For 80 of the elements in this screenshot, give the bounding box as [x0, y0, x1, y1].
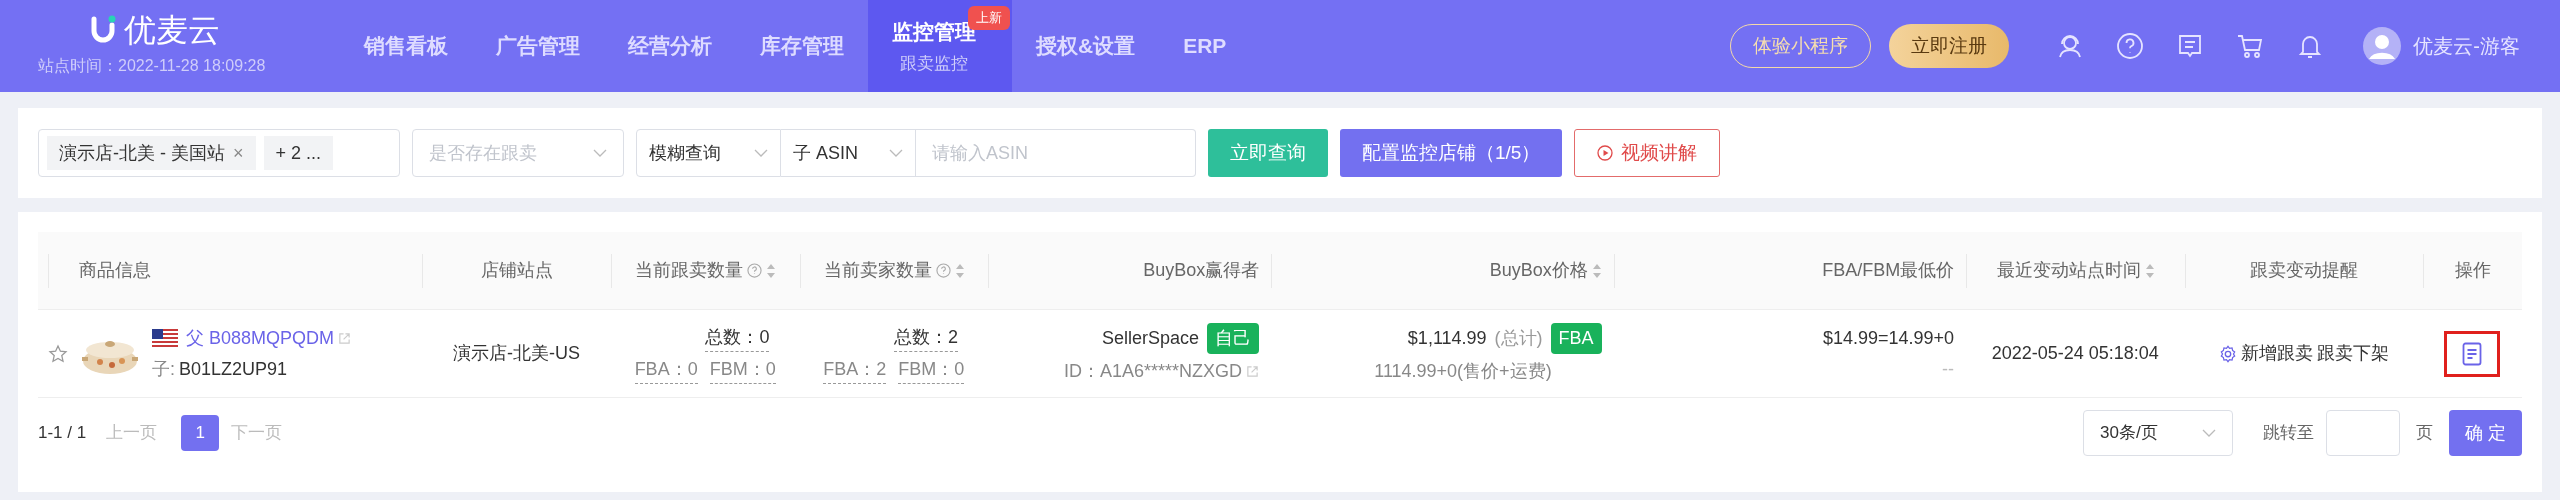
page-range: 1-1 / 1	[38, 422, 87, 445]
filter-button[interactable]: 视频讲解	[1574, 129, 1721, 177]
jump-label: 跳转至	[2263, 422, 2314, 445]
column-header: 商品信息	[79, 259, 151, 282]
lowest-price: $14.99=14.99+0	[1822, 326, 1955, 350]
sort-icon[interactable]	[954, 262, 965, 279]
nav-tab[interactable]: 库存管理	[736, 0, 868, 92]
column-header: 店铺站点	[481, 259, 554, 282]
alert-type: 新增跟卖	[2240, 342, 2313, 365]
play-icon	[1597, 145, 1614, 161]
user-name[interactable]: 优麦云-游客	[2413, 31, 2520, 61]
page-button[interactable]: 1	[181, 415, 220, 451]
asin-input[interactable]: 请输入ASIN	[916, 129, 1196, 177]
self-tag: 自己	[1207, 322, 1260, 354]
fbm-count: FBM：0	[709, 355, 776, 384]
page-size-select[interactable]: 30条/页	[2083, 410, 2233, 456]
chevron-down-icon	[754, 149, 768, 157]
more-tag: + 2 ...	[263, 136, 334, 170]
column-header: 操作	[2454, 259, 2491, 282]
nav-tab[interactable]: ERP	[1159, 0, 1251, 92]
fba-count: FBA：2	[823, 355, 887, 384]
settings-icon[interactable]	[2218, 344, 2237, 363]
nav-sublabel: 跟卖监控	[900, 53, 968, 75]
total-count: 总数：0	[705, 323, 770, 352]
help-icon	[747, 263, 763, 278]
change-time: 2022-05-24 05:18:04	[1991, 342, 2159, 365]
next-page[interactable]: 下一页	[231, 420, 283, 446]
fba-tag: FBA	[1550, 322, 1602, 354]
shop-name: 演示店-北美-US	[453, 342, 581, 365]
nav-tab[interactable]: 广告管理	[472, 0, 604, 92]
winner-name: SellerSpace	[1102, 326, 1200, 350]
page-unit: 页	[2416, 422, 2433, 445]
nav-tab[interactable]: 销售看板	[340, 0, 472, 92]
help-icon[interactable]	[2115, 31, 2146, 61]
logo-icon	[90, 15, 116, 45]
header-button[interactable]: 立即注册	[1889, 24, 2010, 68]
match-select[interactable]: 模糊查询	[636, 129, 781, 177]
buybox-price: $1,114.99	[1407, 326, 1487, 350]
star-icon[interactable]	[48, 343, 68, 364]
column-header: 当前卖家数量	[823, 259, 932, 282]
column-header: BuyBox赢得者	[1143, 259, 1260, 282]
fbm-count: FBM：0	[898, 355, 965, 384]
seller-id: ID：A1A6*****NZXGD	[1064, 359, 1243, 383]
lowest-sub: --	[1942, 357, 1955, 381]
price-note: (总计)	[1494, 326, 1543, 350]
avatar-icon[interactable]	[2363, 27, 2402, 65]
sort-icon[interactable]	[1591, 262, 1602, 279]
brand-name: 优麦云	[124, 14, 220, 46]
help-icon	[935, 263, 951, 278]
document-icon	[2462, 341, 2483, 366]
column-header: 当前跟卖数量	[635, 259, 744, 282]
filter-button[interactable]: 立即查询	[1208, 129, 1328, 177]
site-time: 站点时间：2022-11-28 18:09:28	[38, 56, 267, 76]
shop-tag: 演示店-北美 - 美国站 ×	[47, 136, 256, 170]
nav-tab[interactable]: 经营分析	[604, 0, 736, 92]
follow-select[interactable]: 是否存在跟卖	[412, 129, 624, 177]
sort-icon[interactable]	[766, 262, 777, 279]
column-header: 最近变动站点时间	[1996, 259, 2141, 282]
total-count: 总数：2	[894, 323, 959, 352]
parent-asin-link[interactable]: 父 B088MQPQDM	[186, 324, 335, 352]
price-detail: 1114.99+0(售价+运费)	[1374, 359, 1552, 383]
column-header: FBA/FBM最低价	[1822, 259, 1955, 282]
filter-button[interactable]: 配置监控店铺（1/5）	[1340, 129, 1563, 177]
column-header: 跟卖变动提醒	[2250, 259, 2359, 282]
prev-page[interactable]: 上一页	[106, 420, 158, 446]
sort-icon[interactable]	[2144, 262, 2155, 279]
page-input[interactable]	[2326, 410, 2400, 456]
nav-tab[interactable]: 授权&设置	[1012, 0, 1160, 92]
confirm-button[interactable]: 确 定	[2449, 410, 2522, 456]
shop-select[interactable]: 演示店-北美 - 美国站 × + 2 ...	[38, 129, 400, 177]
tag-close[interactable]: ×	[233, 139, 244, 167]
chevron-down-icon	[2202, 429, 2216, 437]
chevron-down-icon	[593, 149, 607, 157]
column-header: BuyBox价格	[1489, 259, 1588, 282]
child-label: 子:	[152, 357, 175, 381]
detail-button[interactable]	[2444, 330, 2501, 377]
chevron-down-icon	[889, 149, 903, 157]
child-asin: B01LZ2UP91	[179, 357, 288, 381]
alert-type: 跟卖下架	[2316, 342, 2389, 365]
fba-count: FBA：0	[634, 355, 698, 384]
